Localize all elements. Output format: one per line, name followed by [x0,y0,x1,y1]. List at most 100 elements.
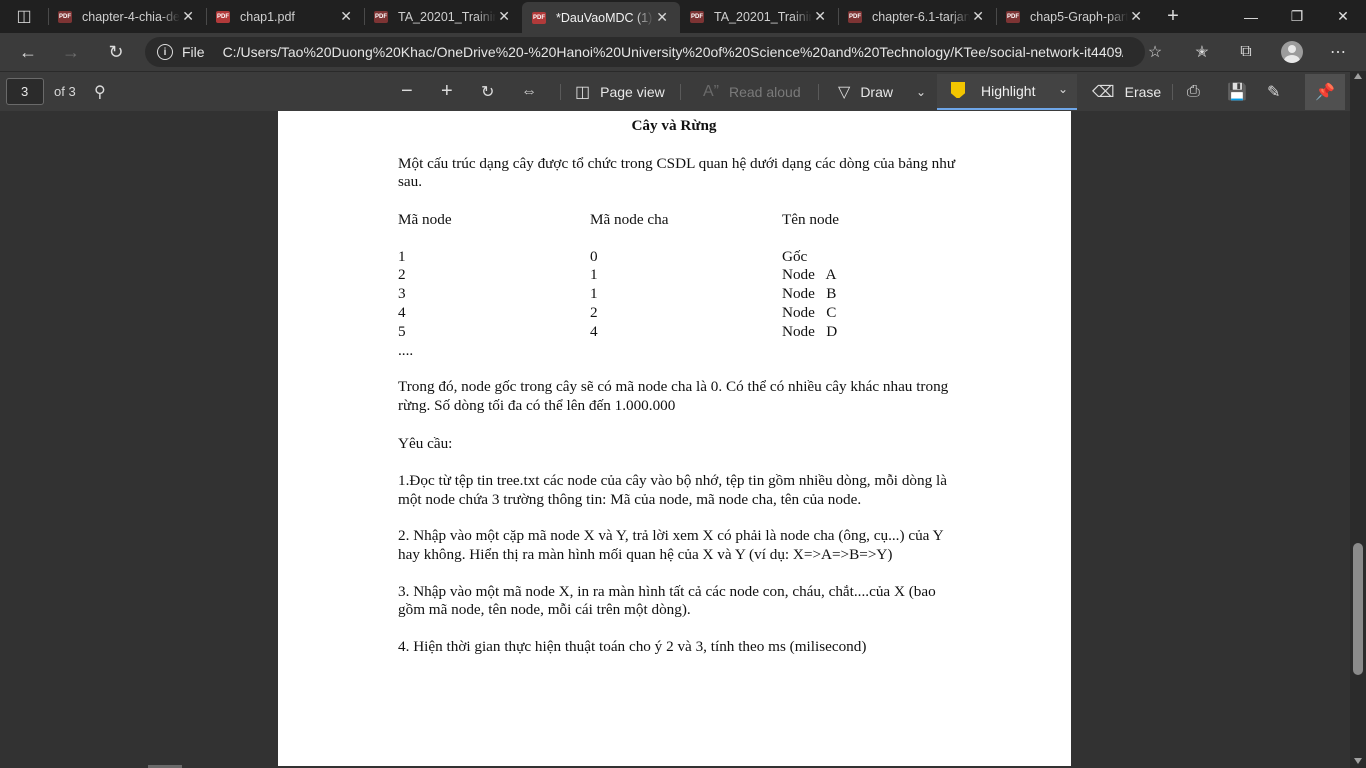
table-cell: Node D [782,322,838,340]
collections-icon[interactable]: ⧉ [1232,38,1260,66]
description-paragraph: Trong đó, node gốc trong cây sẽ có mã no… [398,378,949,414]
favorites-icon[interactable]: ✭ [1188,38,1216,66]
page-count: of 3 [54,84,76,99]
vertical-scrollbar[interactable] [1350,71,1366,768]
requirement-2: 2. Nhập vào một cặp mã node X và Y, trả … [398,527,944,563]
table-cell: 4 [590,322,598,340]
table-cell: Node C [782,303,837,321]
save-icon[interactable]: 💾 [1227,78,1257,105]
tab-title: chap1.pdf [240,9,295,24]
save-as-icon[interactable]: ✎ [1267,78,1290,105]
print-icon[interactable]: ⎙ [1187,78,1210,105]
pdf-icon: PDF [1006,10,1020,23]
draw-button[interactable]: ▽ Draw [838,78,893,105]
tab-separator [838,8,839,25]
minimize-button[interactable]: — [1228,0,1274,33]
table-cell: 3 [398,285,406,303]
avatar [1281,41,1303,63]
tab-chap1[interactable]: PDF chap1.pdf ✕ [206,0,364,33]
info-icon[interactable]: i [157,44,173,60]
zoom-in-button[interactable]: + [441,78,463,105]
page-view-icon: ◫ [575,83,591,101]
tab-strip: ◫ PDF chapter-4-chia-de-tri.pdf ✕ PDF ch… [0,0,1366,33]
table-cell: 5 [398,322,406,340]
close-icon[interactable]: ✕ [498,0,510,33]
pdf-icon: PDF [532,11,546,24]
toolbar-divider [680,84,681,100]
close-icon[interactable]: ✕ [340,0,352,33]
requirement-4: 4. Hiện thời gian thực hiện thuật toán c… [398,637,867,655]
page-number-input[interactable]: 3 [6,78,44,105]
url-path: C:/Users/Tao%20Duong%20Khac/OneDrive%20-… [222,44,1123,60]
close-window-button[interactable]: ✕ [1320,0,1366,33]
page-view-label: Page view [600,83,665,100]
read-aloud-label: Read aloud [729,83,801,100]
table-cell: 1 [398,247,406,265]
scrollbar-thumb[interactable] [1353,543,1363,675]
column-header: Mã node [398,210,452,228]
table-cell: 2 [590,303,598,321]
table-row: 2 1 Node A [398,266,958,285]
new-tab-button[interactable]: + [1161,4,1185,28]
scroll-down-icon[interactable] [1354,758,1362,764]
highlight-label: Highlight [981,83,1036,99]
table-row: 5 4 Node D [398,323,958,342]
fit-to-page-button[interactable]: ⇔ [521,78,547,105]
profile-button[interactable] [1278,38,1306,66]
page-view-button[interactable]: ◫ Page view [575,78,665,105]
tab-ta-training-1[interactable]: PDF TA_20201_Training ✕ [364,0,522,33]
zoom-out-button[interactable]: − [401,78,423,105]
close-icon[interactable]: ✕ [814,0,826,33]
tab-ta-training-2[interactable]: PDF TA_20201_Training ✕ [680,0,838,33]
restore-button[interactable]: ❐ [1274,0,1320,33]
pdf-icon: PDF [690,10,704,23]
refresh-button[interactable]: ↻ [102,38,130,66]
more-icon[interactable]: ⋯ [1324,38,1352,66]
tab-chap5[interactable]: PDF chap5-Graph-part ✕ [996,0,1154,33]
table-cell: 4 [398,303,406,321]
pdf-icon: PDF [848,10,862,23]
table-row: 3 1 Node B [398,285,958,304]
intro-paragraph: Một cấu trúc dạng cây được tổ chức trong… [398,154,956,191]
table-ellipsis: .... [398,341,414,359]
requirement-1: 1.Đọc từ tệp tin tree.txt các node của c… [398,472,947,508]
tab-title: chapter-4-chia-de-tri.pdf [82,9,180,24]
forward-button[interactable]: → [57,38,85,66]
chevron-down-icon[interactable]: ⌄ [1058,82,1068,96]
pdf-toolbar: 3 of 3 ⚲ − + ↻ ⇔ ◫ Page view A” Read alo… [0,71,1366,111]
node-table: 1 0 Gốc 2 1 Node A 3 1 Node B 4 2 Node C… [398,248,958,361]
tab-separator [48,8,49,25]
close-icon[interactable]: ✕ [656,2,668,33]
tab-separator [206,8,207,25]
close-icon[interactable]: ✕ [182,0,194,33]
pdf-page: Cây và Rừng Một cấu trúc dạng cây được t… [278,111,1071,766]
read-aloud-button[interactable]: A” Read aloud [703,78,801,105]
draw-options-chevron-icon[interactable]: ⌄ [916,78,936,105]
pdf-viewer: Cây và Rừng Một cấu trúc dạng cây được t… [0,111,1350,768]
table-cell: Gốc [782,247,808,265]
add-favorite-icon[interactable]: ☆ [1141,38,1169,66]
search-icon[interactable]: ⚲ [94,78,116,105]
pin-toolbar-icon[interactable]: 📌 [1305,74,1345,110]
highlight-button[interactable]: Highlight ⌄ [937,74,1077,110]
read-aloud-icon: A” [703,82,719,100]
url-scheme: File [182,44,205,60]
tab-dauvaomdc[interactable]: PDF *DauVaoMDC (1) ✕ [522,2,680,33]
tab-title: *DauVaoMDC (1) [556,10,653,25]
address-bar[interactable]: i File C:/Users/Tao%20Duong%20Khac/OneDr… [145,37,1145,67]
tab-title: chap5-Graph-part [1030,9,1128,24]
tab-chapter-4[interactable]: PDF chapter-4-chia-de-tri.pdf ✕ [48,0,206,33]
pdf-icon: PDF [374,10,388,23]
scroll-up-icon[interactable] [1354,73,1362,79]
tab-actions-icon[interactable]: ◫ [8,6,40,26]
erase-button[interactable]: ⌫ Erase [1092,78,1161,105]
close-icon[interactable]: ✕ [972,0,984,33]
toolbar-divider [1172,84,1173,100]
highlighter-icon [951,82,965,98]
table-row: 1 0 Gốc [398,248,958,267]
pdf-icon: PDF [216,10,230,23]
tab-chapter-6[interactable]: PDF chapter-6.1-tarjan ✕ [838,0,996,33]
rotate-button[interactable]: ↻ [481,78,504,105]
back-button[interactable]: ← [14,38,42,66]
close-icon[interactable]: ✕ [1130,0,1142,33]
